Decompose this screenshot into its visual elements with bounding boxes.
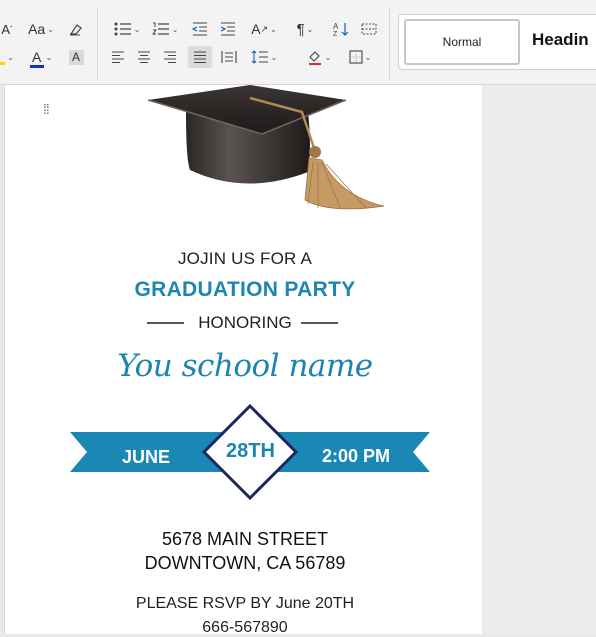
invite-line[interactable]: JOJIN US FOR A — [43, 249, 447, 269]
honoring-label[interactable]: HONORING — [43, 313, 447, 333]
event-day[interactable]: 28TH — [213, 440, 288, 463]
rsvp-line[interactable]: PLEASE RSVP BY June 20TH — [43, 595, 447, 613]
event-time[interactable]: 2:00 PM — [322, 446, 390, 467]
phone-line[interactable]: 666-567890 — [43, 619, 447, 637]
event-date[interactable]: JUNE — [122, 447, 170, 468]
drag-handle-icon[interactable]: ⁞⁞ — [43, 102, 55, 116]
event-title[interactable]: GRADUATION PARTY — [43, 278, 447, 302]
address-line-2[interactable]: DOWNTOWN, CA 56789 — [43, 553, 447, 574]
school-name[interactable]: You school name — [43, 348, 447, 384]
address-line-1[interactable]: 5678 MAIN STREET — [43, 529, 447, 550]
